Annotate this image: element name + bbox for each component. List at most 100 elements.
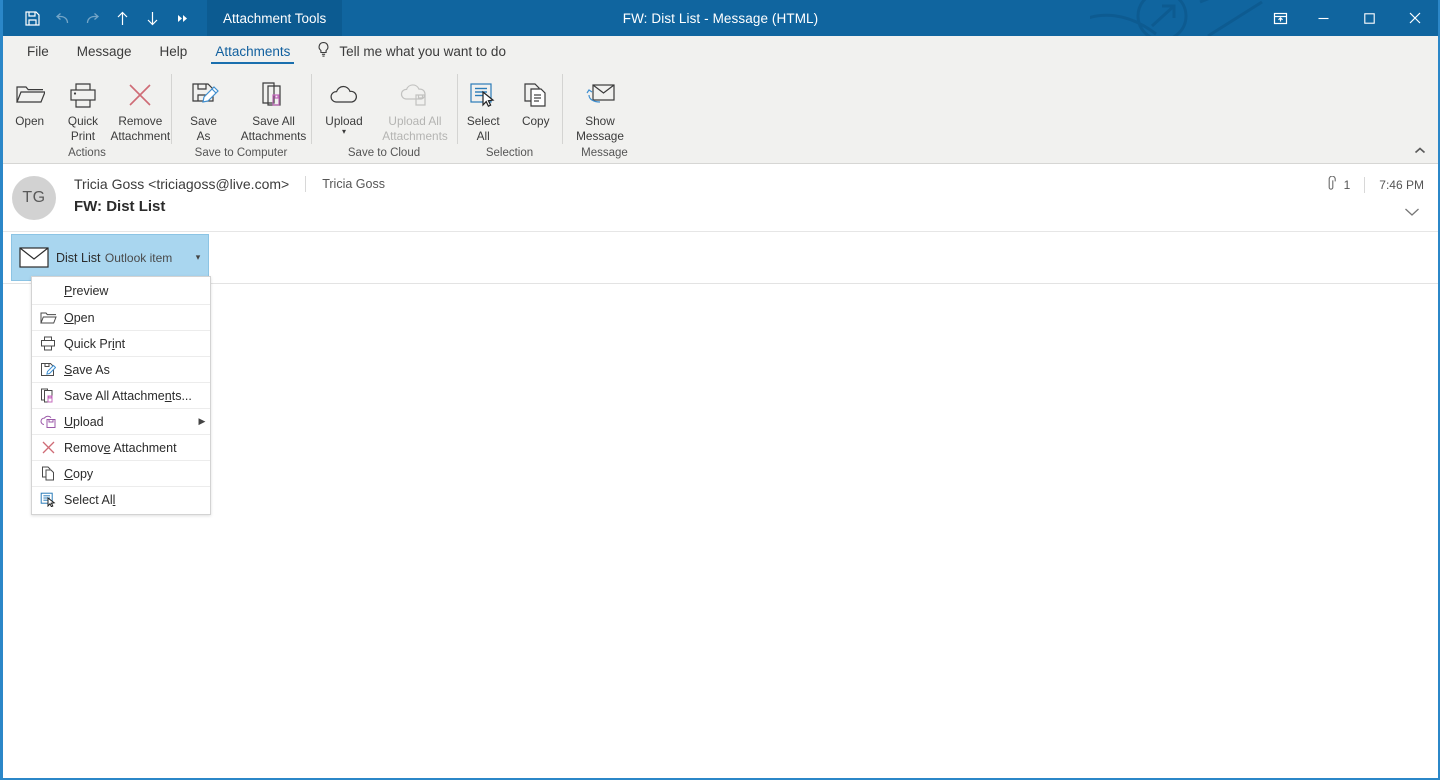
ribbon-display-options-icon[interactable] xyxy=(1260,0,1300,36)
menu-item-save-all-attachments[interactable]: Save All Attachments... xyxy=(32,382,210,408)
minimize-icon[interactable] xyxy=(1300,0,1346,36)
attachment-chip-text: Dist List Outlook item xyxy=(56,249,188,267)
ribbon-group-selection-label: Selection xyxy=(485,147,534,159)
menu-item-open[interactable]: Open xyxy=(32,304,210,330)
next-item-icon[interactable] xyxy=(137,3,167,33)
remove-x-icon xyxy=(126,76,154,114)
open-folder-icon xyxy=(32,311,64,325)
ribbon-button-save-as-label: Save As xyxy=(190,114,217,143)
ribbon: Open Quick Print Remove Attachment Actio… xyxy=(3,66,1438,164)
message-header: TG Tricia Goss <triciagoss@live.com> Tri… xyxy=(3,164,1438,232)
ribbon-button-copy-label: Copy xyxy=(521,114,550,128)
ribbon-button-copy[interactable]: Copy xyxy=(510,72,563,129)
menu-item-remove-attachment[interactable]: Remove Attachment xyxy=(32,434,210,460)
ribbon-button-upload-all-attachments-label: Upload All Attachments xyxy=(382,114,448,143)
redo-icon[interactable] xyxy=(77,3,107,33)
select-all-icon xyxy=(468,76,498,114)
open-folder-icon xyxy=(15,76,45,114)
cloud-upload-all-icon xyxy=(399,76,431,114)
copy-icon xyxy=(32,466,64,481)
message-header-meta: 1 7:46 PM xyxy=(1326,175,1424,194)
ribbon-button-upload-all-attachments[interactable]: Upload All Attachments xyxy=(377,72,453,144)
envelope-icon xyxy=(12,247,56,268)
attachment-chip-dist-list[interactable]: Dist List Outlook item ▾ xyxy=(11,234,209,281)
ribbon-button-show-message[interactable]: Show Message xyxy=(562,72,638,144)
menu-item-copy[interactable]: Copy xyxy=(32,460,210,486)
menu-item-quick-print[interactable]: Quick Print xyxy=(32,330,210,356)
menu-item-save-as[interactable]: Save As xyxy=(32,356,210,382)
tell-me-search[interactable]: Tell me what you want to do xyxy=(304,36,506,66)
tab-attachments[interactable]: Attachments xyxy=(201,36,304,66)
previous-item-icon[interactable] xyxy=(107,3,137,33)
message-time: 7:46 PM xyxy=(1379,178,1424,192)
outlook-message-window: Attachment Tools FW: Dist List - Message… xyxy=(0,0,1440,780)
avatar: TG xyxy=(12,176,56,220)
ribbon-button-select-all[interactable]: Select All xyxy=(457,72,510,144)
show-message-envelope-icon xyxy=(584,76,616,114)
ribbon-button-open[interactable]: Open xyxy=(3,72,56,129)
menu-item-quick-print-label: Quick Print xyxy=(64,336,126,351)
message-body[interactable] xyxy=(3,284,1438,732)
header-divider xyxy=(305,176,307,192)
message-subject: FW: Dist List xyxy=(74,198,166,215)
message-header-text: Tricia Goss <triciagoss@live.com> Tricia… xyxy=(74,174,385,215)
ribbon-button-show-message-label: Show Message xyxy=(576,114,624,143)
maximize-icon[interactable] xyxy=(1346,0,1392,36)
menu-item-open-label: Open xyxy=(64,310,95,325)
ribbon-button-save-all-attachments[interactable]: Save All Attachments xyxy=(236,72,311,144)
ribbon-button-remove-attachment[interactable]: Remove Attachment xyxy=(110,72,171,144)
chevron-down-icon[interactable]: ▾ xyxy=(342,128,346,136)
tab-help[interactable]: Help xyxy=(146,36,202,66)
chevron-down-icon[interactable] xyxy=(1404,204,1420,222)
copy-icon xyxy=(522,76,550,114)
menu-item-select-all[interactable]: Select All xyxy=(32,486,210,512)
menu-item-save-all-attachments-label: Save All Attachments... xyxy=(64,388,192,403)
attachment-count-label: 1 xyxy=(1343,178,1351,192)
save-all-attachments-icon xyxy=(32,388,64,403)
window-controls xyxy=(1260,0,1438,36)
undo-icon[interactable] xyxy=(47,3,77,33)
ribbon-button-save-all-attachments-label: Save All Attachments xyxy=(240,114,307,143)
ribbon-button-upload[interactable]: Upload ▾ xyxy=(311,72,377,136)
attachment-chevron-down-icon[interactable]: ▾ xyxy=(188,252,208,263)
attachment-row: Dist List Outlook item ▾ xyxy=(3,232,1438,284)
tab-file[interactable]: File xyxy=(13,36,63,66)
tab-message[interactable]: Message xyxy=(63,36,146,66)
ribbon-group-save-to-computer-label: Save to Computer xyxy=(194,147,288,159)
meta-divider xyxy=(1364,177,1366,193)
message-to: Tricia Goss xyxy=(322,177,385,191)
printer-icon xyxy=(32,336,64,351)
cloud-upload-icon xyxy=(328,76,360,114)
ribbon-button-select-all-label: Select All xyxy=(466,114,500,143)
ribbon-group-save-to-computer: Save As Save All Attachments Save to Com… xyxy=(171,66,311,164)
ribbon-button-save-as[interactable]: Save As xyxy=(171,72,236,144)
attachment-context-menu: Preview Open Quick Print Save As Save Al… xyxy=(31,276,211,515)
title-bar: Attachment Tools FW: Dist List - Message… xyxy=(3,0,1438,36)
ribbon-group-actions-label: Actions xyxy=(68,147,106,159)
printer-icon xyxy=(68,76,98,114)
ribbon-group-message-label: Message xyxy=(581,147,628,159)
ribbon-button-quick-print-label: Quick Print xyxy=(67,114,99,143)
submenu-arrow-icon: ▶ xyxy=(198,416,206,426)
save-all-attachments-icon xyxy=(259,76,289,114)
attachment-name: Dist List xyxy=(56,250,101,265)
select-all-icon xyxy=(32,492,64,507)
collapse-ribbon-icon[interactable] xyxy=(1410,141,1430,159)
menu-item-upload-label: Upload xyxy=(64,414,104,429)
quick-access-toolbar: Attachment Tools xyxy=(3,0,343,36)
ribbon-button-quick-print[interactable]: Quick Print xyxy=(56,72,109,144)
lightbulb-icon xyxy=(316,41,331,61)
ribbon-button-open-label: Open xyxy=(15,114,45,128)
message-from: Tricia Goss <triciagoss@live.com> xyxy=(74,176,290,192)
ribbon-group-actions: Open Quick Print Remove Attachment Actio… xyxy=(3,66,171,164)
save-icon[interactable] xyxy=(17,3,47,33)
menu-item-copy-label: Copy xyxy=(64,466,94,481)
cloud-upload-icon xyxy=(32,414,64,429)
menu-item-select-all-label: Select All xyxy=(64,492,116,507)
close-icon[interactable] xyxy=(1392,0,1438,36)
menu-item-upload[interactable]: Upload ▶ xyxy=(32,408,210,434)
menu-item-preview[interactable]: Preview xyxy=(32,278,210,304)
customize-quick-access-toolbar-icon[interactable] xyxy=(167,3,197,33)
menu-item-preview-label: Preview xyxy=(64,284,109,298)
attachment-count: 1 xyxy=(1326,175,1351,194)
